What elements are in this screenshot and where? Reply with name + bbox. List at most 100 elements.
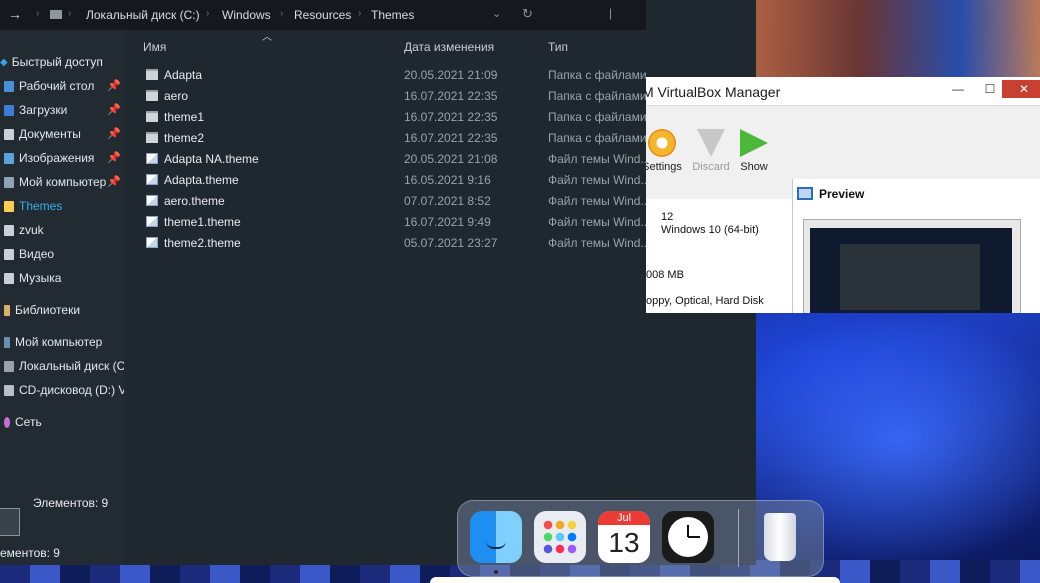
file-row[interactable]: theme2 16.07.2021 22:35 Папка с файлами: [124, 128, 646, 149]
detail-os: Windows 10 (64-bit): [661, 224, 759, 236]
breadcrumb-windows[interactable]: Windows: [222, 8, 271, 22]
pin-icon[interactable]: 📌: [107, 175, 121, 188]
column-header-name[interactable]: Имя: [143, 40, 166, 54]
computer-icon: [4, 336, 10, 348]
nav-this-pc[interactable]: Мой компьютер: [0, 331, 124, 353]
status-items-count: Элементов: 9: [33, 496, 109, 510]
file-type: Файл темы Wind...: [548, 236, 646, 250]
column-header-date[interactable]: Дата изменения: [404, 40, 494, 54]
file-row[interactable]: theme1 16.07.2021 22:35 Папка с файлами: [124, 107, 646, 128]
file-name: Adapta: [164, 68, 203, 82]
file-row[interactable]: aero.theme 07.07.2021 8:52 Файл темы Wind.…: [124, 191, 646, 212]
theme-file-icon: [146, 153, 158, 164]
discard-button[interactable]: Discard: [690, 129, 732, 173]
pin-icon[interactable]: 📌: [107, 79, 121, 92]
launchpad-icon[interactable]: [534, 511, 586, 563]
document-icon: [4, 128, 14, 140]
breadcrumb-themes[interactable]: Themes: [371, 8, 414, 22]
theme-file-icon: [146, 195, 158, 206]
clock-icon[interactable]: [662, 511, 714, 563]
dock-divider: [738, 509, 739, 567]
file-date: 20.05.2021 21:08: [404, 152, 498, 166]
folder-icon: [146, 111, 158, 122]
download-icon: [4, 104, 14, 116]
search-box-edge[interactable]: |: [609, 6, 612, 20]
address-bar[interactable]: → › › Локальный диск (C:) › Windows › Re…: [0, 0, 646, 30]
pin-icon[interactable]: 📌: [107, 127, 121, 140]
nav-item-documents[interactable]: Документы 📌: [0, 123, 124, 145]
pin-icon[interactable]: 📌: [107, 151, 121, 164]
desktop-icon: [4, 80, 14, 92]
file-name: theme1: [164, 110, 205, 124]
file-row[interactable]: Adapta.theme 16.05.2021 9:16 Файл темы Win…: [124, 170, 646, 191]
breadcrumb-drive[interactable]: Локальный диск (C:): [86, 8, 200, 22]
file-row[interactable]: Adapta NA.theme 20.05.2021 21:08 Файл темы…: [124, 149, 646, 170]
file-row[interactable]: Adapta 20.05.2021 21:09 Папка с файлами: [124, 65, 646, 86]
nav-item-pictures[interactable]: Изображения 📌: [0, 147, 124, 169]
drive-icon: [4, 360, 14, 372]
finder-icon[interactable]: [470, 511, 522, 563]
detail-memory: 008 MB: [646, 269, 684, 281]
forward-arrow-icon[interactable]: →: [8, 6, 22, 22]
separator-icon: ›: [36, 8, 40, 19]
pin-icon[interactable]: 📌: [107, 103, 121, 116]
computer-icon: [4, 176, 14, 188]
chevron-down-icon[interactable]: ⌄: [492, 7, 501, 20]
settings-button[interactable]: Settings: [646, 129, 684, 173]
nav-item-my-computer-pinned[interactable]: Мой компьютер 📌: [0, 171, 124, 193]
nav-item-downloads[interactable]: Загрузки 📌: [0, 99, 124, 121]
gear-icon: [648, 129, 676, 157]
nav-label: Рабочий стол: [19, 79, 95, 93]
show-label: Show: [740, 161, 768, 173]
file-name: theme1.theme: [164, 215, 241, 229]
nav-drive-c[interactable]: Локальный диск (C: [0, 355, 124, 377]
file-date: 16.07.2021 22:35: [404, 110, 498, 124]
file-date: 16.05.2021 9:16: [404, 173, 491, 187]
launchpad-grid: [543, 520, 577, 554]
calendar-icon[interactable]: Jul 13: [598, 511, 650, 563]
nav-label: Библиотеки: [15, 303, 81, 317]
file-name: Adapta.theme: [164, 173, 239, 187]
nav-item-desktop[interactable]: Рабочий стол 📌: [0, 75, 124, 97]
file-type: Файл темы Wind...: [548, 194, 646, 208]
nav-label: Загрузки: [19, 103, 68, 117]
nav-label: Сеть: [15, 415, 42, 429]
column-header-type[interactable]: Тип: [548, 40, 568, 54]
video-icon: [4, 248, 14, 260]
folder-icon: [4, 224, 14, 236]
separator-icon: ›: [206, 8, 210, 19]
maximize-button[interactable]: ☐: [976, 80, 1004, 98]
star-icon: ◆: [0, 56, 8, 68]
nav-quick-access[interactable]: ◆ Быстрый доступ: [0, 51, 124, 73]
separator-icon: ›: [68, 8, 72, 19]
nav-label: Музыка: [19, 271, 62, 285]
minimize-button[interactable]: —: [944, 80, 972, 98]
nav-label: Документы: [19, 127, 81, 141]
nav-item-zvuk[interactable]: zvuk: [0, 219, 124, 241]
nav-drive-d[interactable]: CD-дисковод (D:) V: [0, 379, 124, 401]
settings-label: Settings: [646, 161, 682, 173]
nav-libraries[interactable]: Библиотеки: [0, 299, 124, 321]
vbox-title: M VirtualBox Manager: [646, 84, 781, 100]
close-button[interactable]: ✕: [1002, 80, 1040, 98]
file-row[interactable]: theme2.theme 05.07.2021 23:27 Файл темы Wi…: [124, 233, 646, 254]
detail-version: 12: [661, 211, 674, 223]
file-row[interactable]: theme1.theme 16.07.2021 9:49 Файл темы Win…: [124, 212, 646, 233]
file-date: 20.05.2021 21:09: [404, 68, 498, 82]
refresh-icon[interactable]: ↻: [522, 6, 533, 22]
nav-network[interactable]: Сеть: [0, 411, 124, 433]
file-name: theme2.theme: [164, 236, 241, 250]
theme-file-icon: [146, 174, 158, 185]
nav-item-themes[interactable]: Themes: [0, 195, 124, 217]
breadcrumb-resources[interactable]: Resources: [294, 8, 351, 22]
vbox-titlebar: M VirtualBox Manager — ☐ ✕: [646, 77, 1040, 106]
show-button[interactable]: Show: [736, 129, 772, 173]
file-row[interactable]: aero 16.07.2021 22:35 Папка с файлами: [124, 86, 646, 107]
arrow-down-icon: [697, 129, 725, 157]
nav-item-video[interactable]: Видео: [0, 243, 124, 265]
nav-label: Мой компьютер: [19, 175, 107, 189]
trash-icon[interactable]: [754, 511, 806, 563]
nav-item-music[interactable]: Музыка: [0, 267, 124, 289]
drive-icon: [0, 508, 20, 536]
discard-label: Discard: [692, 161, 730, 173]
